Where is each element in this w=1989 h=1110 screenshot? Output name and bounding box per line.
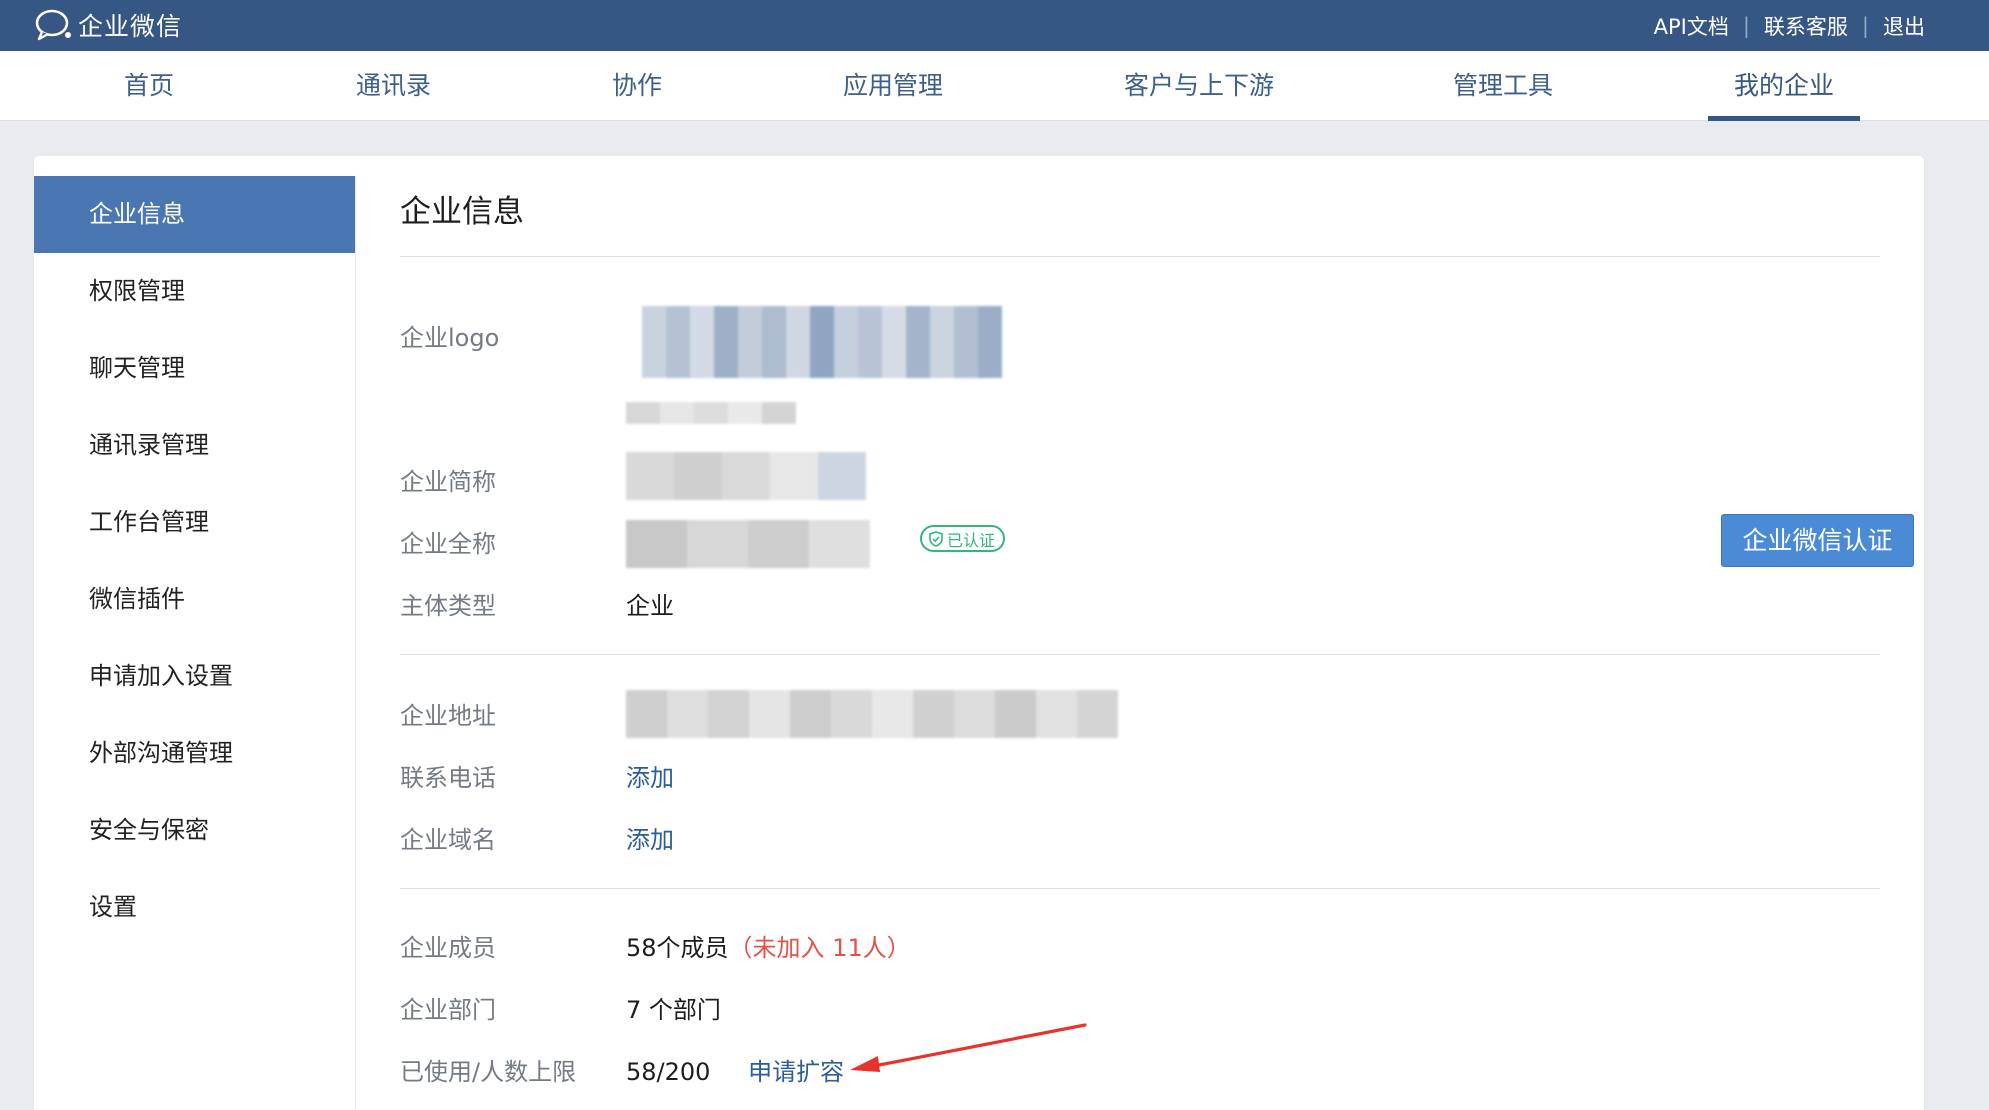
member-limit-value: 58/200 — [626, 1058, 711, 1086]
main-panel: 企业信息 权限管理 聊天管理 通讯录管理 工作台管理 微信插件 申请加入设置 外… — [34, 156, 1924, 1110]
apply-expansion-link[interactable]: 申请扩容 — [748, 1058, 844, 1086]
nav-contacts[interactable]: 通讯录 — [356, 51, 431, 121]
sidebar-item-chat-management[interactable]: 聊天管理 — [34, 330, 355, 407]
members-count: 58个成员（未加入 11人） — [626, 928, 911, 963]
full-name-value-redacted — [626, 520, 870, 568]
member-limit-label: 已使用/人数上限 — [400, 1058, 577, 1086]
entity-type-label: 主体类型 — [400, 592, 496, 620]
members-value: 58个成员 — [626, 934, 729, 962]
member-limit-row: 58/200 申请扩容 — [626, 1052, 844, 1087]
add-domain-link[interactable]: 添加 — [626, 820, 674, 855]
app-logo[interactable]: 企业微信 — [34, 8, 182, 42]
full-name-label: 企业全称 — [400, 530, 496, 558]
nav-home[interactable]: 首页 — [124, 51, 174, 121]
top-bar: 企业微信 API文档 | 联系客服 | 退出 — [0, 0, 1989, 51]
nav-app-management[interactable]: 应用管理 — [843, 51, 943, 121]
nav-admin-tools[interactable]: 管理工具 — [1453, 51, 1553, 121]
verified-badge-text: 已认证 — [947, 530, 996, 550]
annotation-arrow — [850, 1023, 1087, 1072]
shield-check-icon — [929, 530, 943, 547]
short-name-value-redacted — [626, 452, 866, 500]
domain-label: 企业域名 — [400, 826, 496, 854]
nav-my-enterprise[interactable]: 我的企业 — [1707, 51, 1861, 121]
wecom-verify-button[interactable]: 企业微信认证 — [1721, 514, 1914, 567]
top-link-separator: | — [1861, 14, 1869, 38]
sidebar-item-permissions[interactable]: 权限管理 — [34, 253, 355, 330]
sidebar-item-settings[interactable]: 设置 — [34, 869, 355, 946]
logout-link[interactable]: 退出 — [1883, 11, 1925, 41]
page-title: 企业信息 — [400, 194, 524, 230]
sidebar-item-contacts-management[interactable]: 通讯录管理 — [34, 407, 355, 484]
sidebar-item-wechat-plugin[interactable]: 微信插件 — [34, 561, 355, 638]
departments-value: 7 个部门 — [626, 996, 721, 1024]
divider — [400, 654, 1880, 655]
members-label: 企业成员 — [400, 934, 496, 962]
app-title: 企业微信 — [78, 12, 183, 41]
members-unjoined[interactable]: （未加入 11人） — [729, 934, 911, 962]
top-links: API文档 | 联系客服 | 退出 — [1654, 11, 1925, 41]
add-phone-link[interactable]: 添加 — [626, 758, 674, 793]
phone-label: 联系电话 — [400, 764, 496, 792]
divider — [400, 888, 1880, 889]
divider — [400, 256, 1880, 257]
address-label: 企业地址 — [400, 702, 496, 730]
sidebar-item-enterprise-info[interactable]: 企业信息 — [34, 176, 355, 253]
verified-badge: 已认证 — [920, 525, 1006, 552]
nav-collaboration[interactable]: 协作 — [612, 51, 662, 121]
contact-support-link[interactable]: 联系客服 — [1764, 11, 1848, 41]
nav-customers[interactable]: 客户与上下游 — [1124, 51, 1274, 121]
sidebar-item-workbench[interactable]: 工作台管理 — [34, 484, 355, 561]
top-link-separator: | — [1742, 14, 1750, 38]
sidebar-item-security[interactable]: 安全与保密 — [34, 792, 355, 869]
short-name-label: 企业简称 — [400, 468, 496, 496]
sidebar-item-join-settings[interactable]: 申请加入设置 — [34, 638, 355, 715]
main-nav: 首页 通讯录 协作 应用管理 客户与上下游 管理工具 我的企业 — [0, 51, 1989, 121]
logo-label: 企业logo — [400, 324, 500, 352]
sidebar: 企业信息 权限管理 聊天管理 通讯录管理 工作台管理 微信插件 申请加入设置 外… — [34, 176, 356, 1110]
chat-bubble-icon — [35, 9, 71, 41]
entity-type-value: 企业 — [626, 592, 674, 620]
enterprise-logo-image[interactable] — [642, 306, 1002, 378]
logo-caption-redacted — [626, 402, 796, 424]
sidebar-item-external-communication[interactable]: 外部沟通管理 — [34, 715, 355, 792]
departments-label: 企业部门 — [400, 996, 496, 1024]
enterprise-info-content: 企业信息 企业logo 企业简称 企业全称 已认证 企业微信认证 主体类型 企业… — [400, 156, 1914, 1110]
address-value-redacted — [626, 690, 1118, 738]
api-docs-link[interactable]: API文档 — [1654, 11, 1729, 41]
